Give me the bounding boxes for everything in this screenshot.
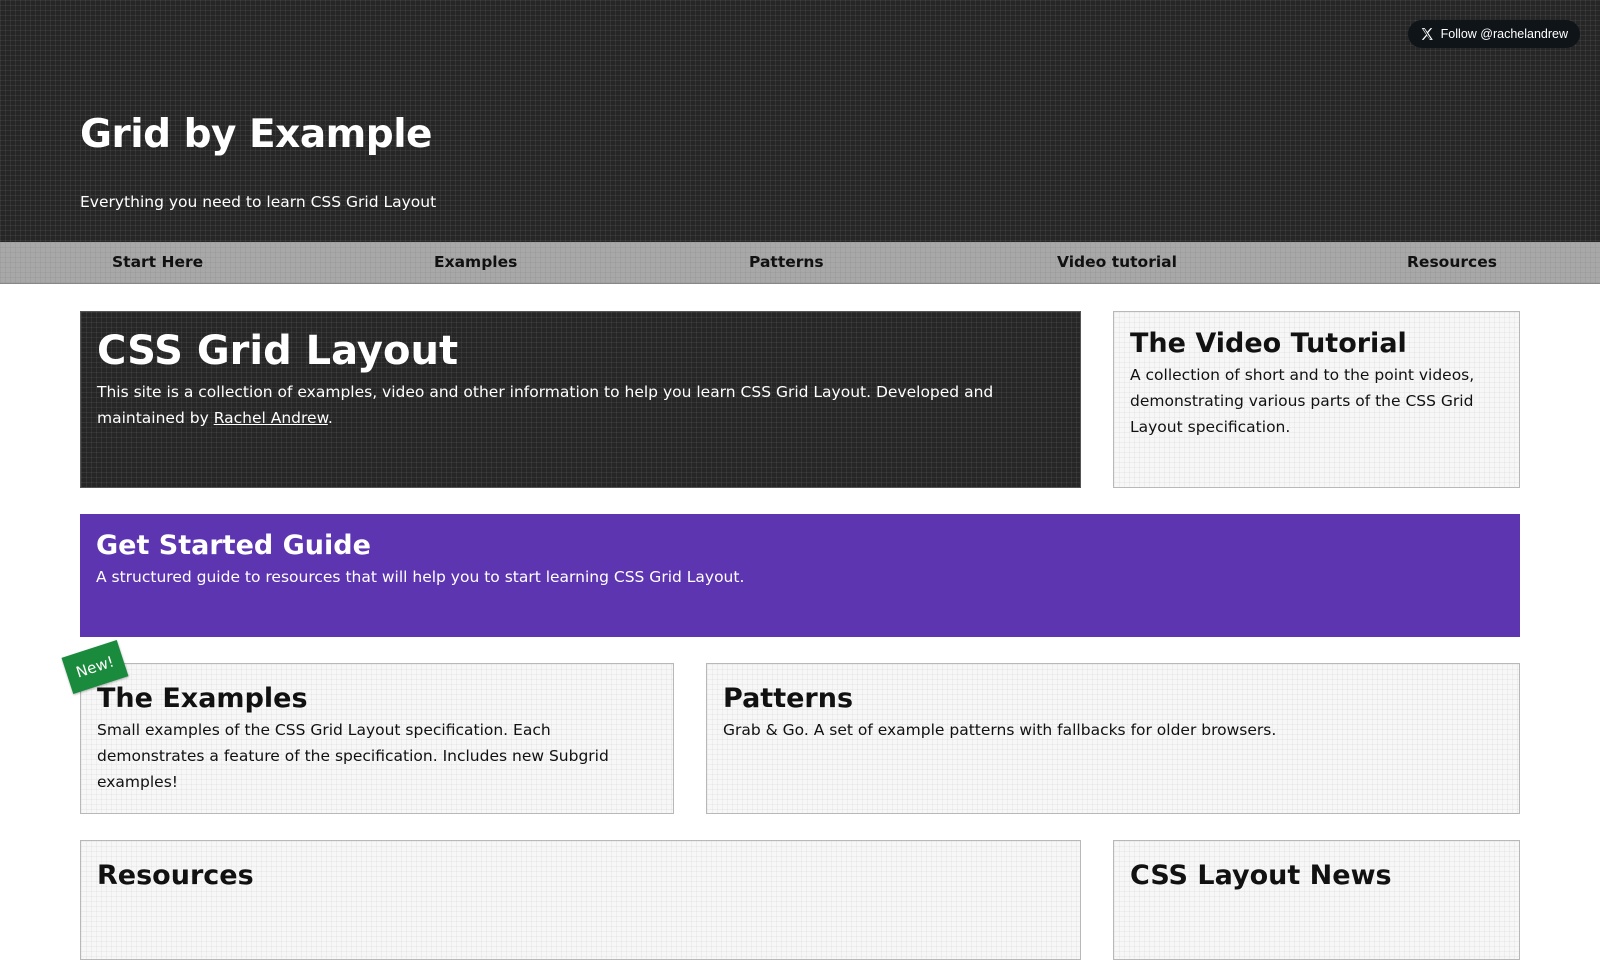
examples-card[interactable]: The Examples Small examples of the CSS G… <box>80 663 674 814</box>
css-layout-news-card[interactable]: CSS Layout News <box>1113 840 1520 960</box>
resources-card[interactable]: Resources <box>80 840 1081 960</box>
follow-button[interactable]: Follow @rachelandrew <box>1407 20 1580 48</box>
hero-text: This site is a collection of examples, v… <box>97 383 994 427</box>
video-tutorial-title[interactable]: The Video Tutorial <box>1130 328 1503 360</box>
get-started-text: A structured guide to resources that wil… <box>96 568 745 587</box>
site-title[interactable]: Grid by Example <box>80 112 433 157</box>
patterns-card[interactable]: Patterns Grab & Go. A set of example pat… <box>706 663 1520 814</box>
nav-video-tutorial[interactable]: Video tutorial <box>1057 253 1177 271</box>
examples-text: Small examples of the CSS Grid Layout sp… <box>97 721 609 792</box>
main-nav: Start Here Examples Patterns Video tutor… <box>0 242 1600 284</box>
nav-start-here[interactable]: Start Here <box>112 253 203 271</box>
patterns-text: Grab & Go. A set of example patterns wit… <box>723 721 1277 740</box>
get-started-card[interactable]: Get Started Guide A structured guide to … <box>80 514 1520 637</box>
examples-title[interactable]: The Examples <box>97 683 657 715</box>
follow-button-label: Follow @rachelandrew <box>1440 27 1568 41</box>
css-layout-news-title[interactable]: CSS Layout News <box>1130 860 1503 892</box>
hero-card: CSS Grid Layout This site is a collectio… <box>80 311 1081 488</box>
x-logo-icon <box>1421 28 1433 40</box>
video-tutorial-text: A collection of short and to the point v… <box>1130 366 1475 437</box>
nav-examples[interactable]: Examples <box>434 253 517 271</box>
nav-resources[interactable]: Resources <box>1407 253 1497 271</box>
author-link[interactable]: Rachel Andrew <box>214 409 328 427</box>
resources-title[interactable]: Resources <box>97 860 1064 892</box>
hero-title: CSS Grid Layout <box>97 328 459 374</box>
site-tagline: Everything you need to learn CSS Grid La… <box>80 193 437 211</box>
site-header: Follow @rachelandrew Grid by Example Eve… <box>0 0 1600 242</box>
video-tutorial-card[interactable]: The Video Tutorial A collection of short… <box>1113 311 1520 488</box>
patterns-title[interactable]: Patterns <box>723 683 1503 715</box>
get-started-title[interactable]: Get Started Guide <box>96 530 1504 562</box>
nav-patterns[interactable]: Patterns <box>749 253 824 271</box>
